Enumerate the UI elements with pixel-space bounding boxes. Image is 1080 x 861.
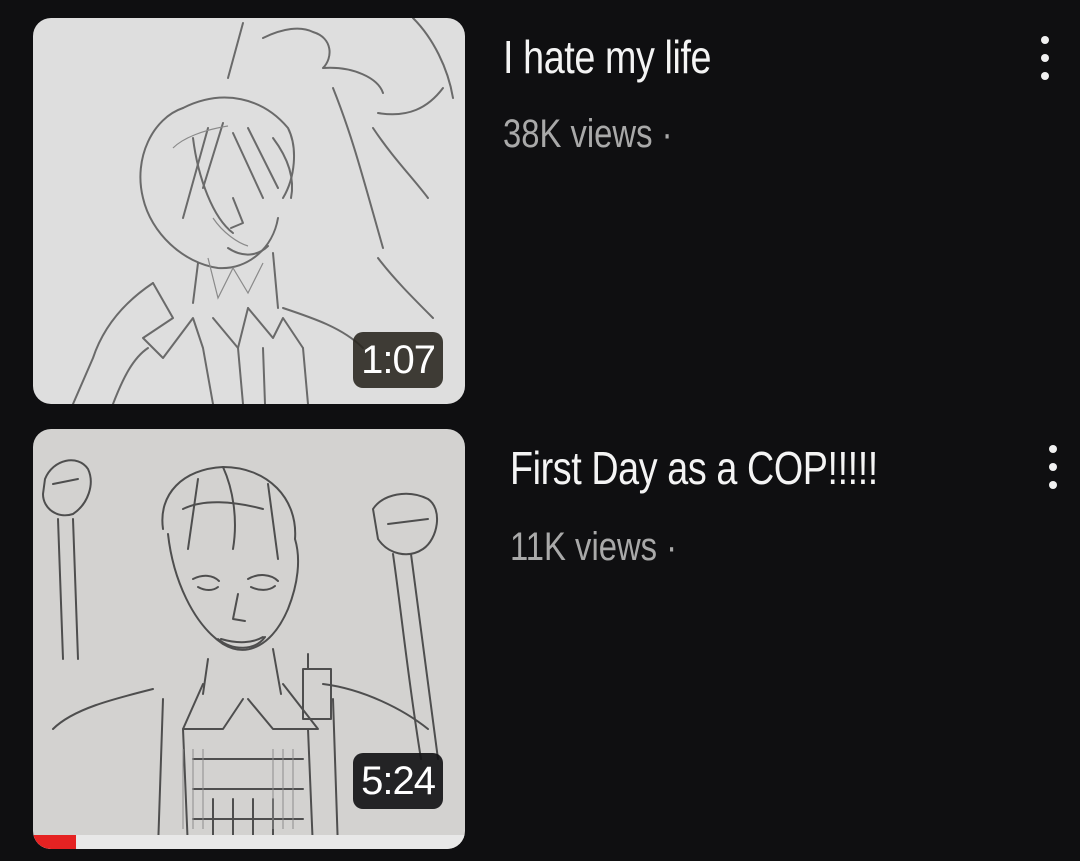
- watch-progress-fill: [33, 835, 77, 849]
- video-views: 11K views ·: [510, 525, 678, 569]
- video-duration-badge: 1:07: [353, 332, 443, 388]
- vertical-ellipsis-icon[interactable]: [1038, 439, 1068, 499]
- menu-dot: [1049, 481, 1057, 489]
- menu-dot: [1049, 445, 1057, 453]
- menu-dot: [1049, 463, 1057, 471]
- menu-dot: [1041, 72, 1049, 80]
- video-item[interactable]: 1:07 I hate my life 38K views ·: [0, 0, 1080, 415]
- video-views: 38K views ·: [503, 112, 673, 156]
- vertical-ellipsis-icon[interactable]: [1030, 30, 1060, 90]
- video-thumbnail[interactable]: 1:07: [33, 18, 465, 404]
- video-title[interactable]: First Day as a COP!!!!!: [510, 441, 878, 495]
- video-thumbnail[interactable]: 5:24: [33, 429, 465, 849]
- menu-dot: [1041, 54, 1049, 62]
- watch-progress-bar: [33, 835, 465, 849]
- video-item[interactable]: 5:24 First Day as a COP!!!!! 11K views ·: [0, 415, 1080, 861]
- menu-dot: [1041, 36, 1049, 44]
- video-duration-badge: 5:24: [353, 753, 443, 809]
- video-title[interactable]: I hate my life: [503, 30, 712, 84]
